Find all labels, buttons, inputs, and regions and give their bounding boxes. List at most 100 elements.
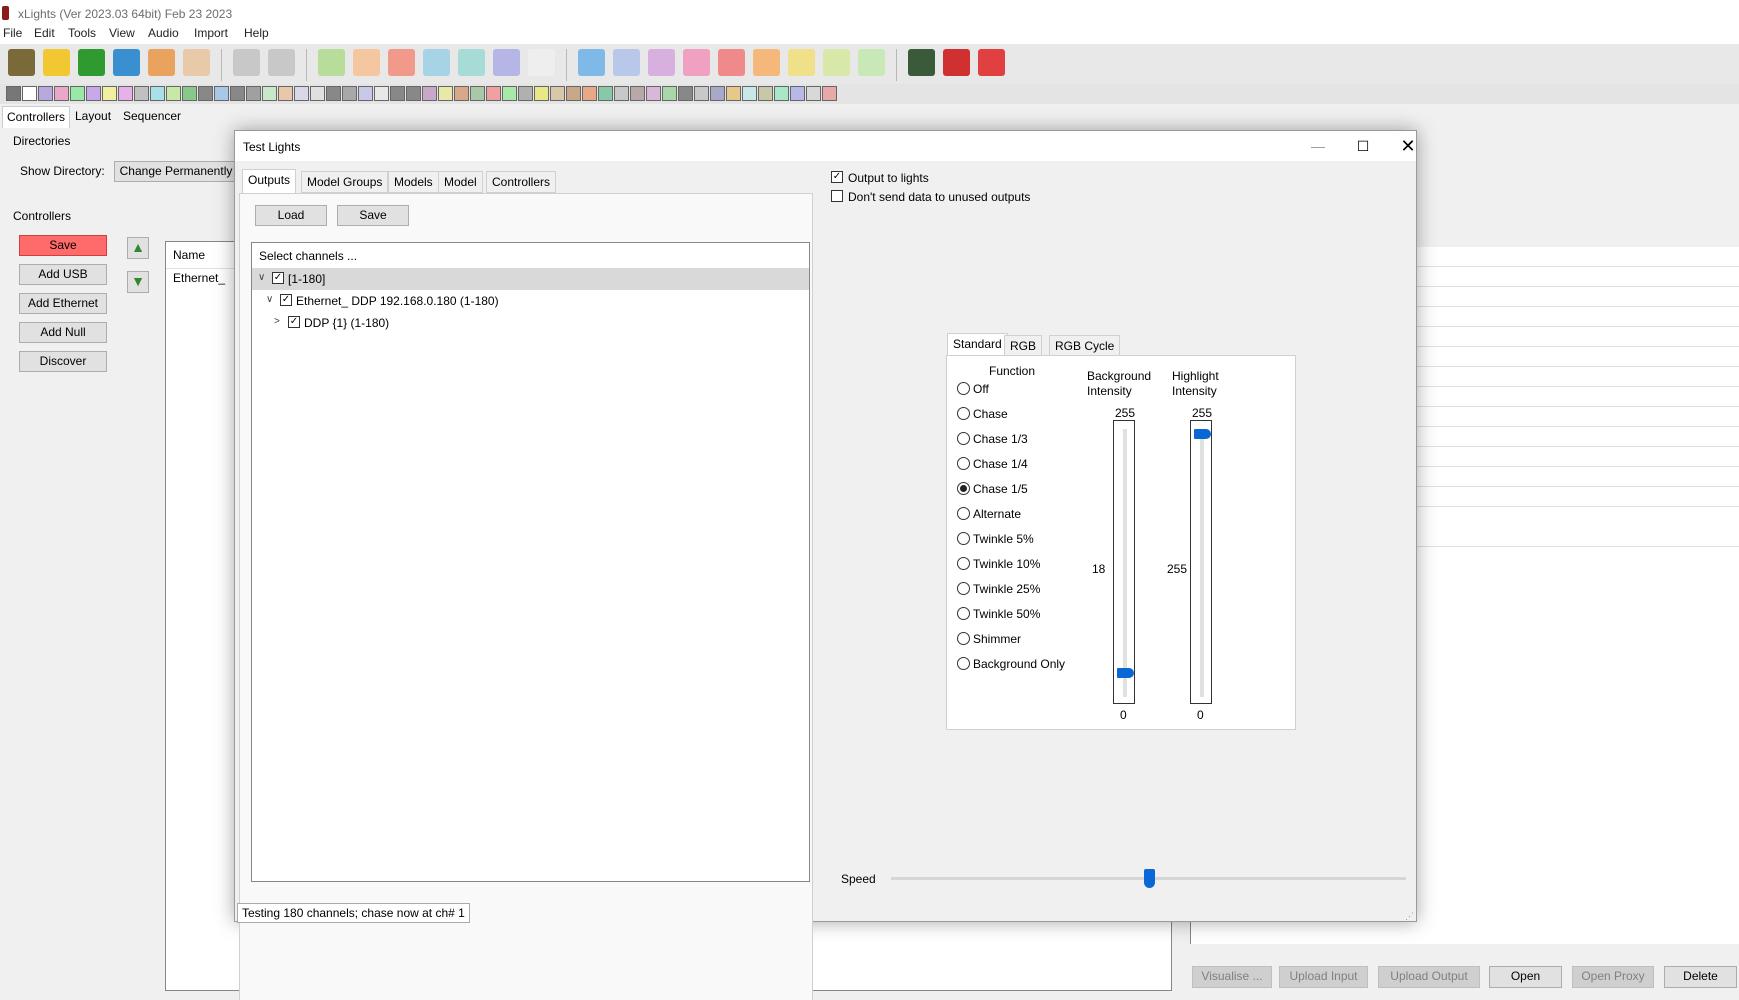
function-radio[interactable] [957, 632, 970, 645]
function-radio[interactable] [957, 482, 970, 495]
effect-icon[interactable] [582, 86, 597, 101]
effect-icon[interactable] [86, 86, 101, 101]
effect-icon[interactable] [646, 86, 661, 101]
menu-edit[interactable]: Edit [34, 26, 55, 40]
last-frame-icon[interactable] [458, 49, 485, 76]
effect-icon[interactable] [422, 86, 437, 101]
render-all-icon[interactable] [183, 49, 210, 76]
effect-icon[interactable] [214, 86, 229, 101]
add-null-button[interactable]: Add Null [19, 322, 107, 343]
function-radio-label[interactable]: Chase [973, 407, 1008, 421]
tab-controllers-dialog[interactable]: Controllers [486, 171, 557, 193]
function-radio[interactable] [957, 582, 970, 595]
effect-icon[interactable] [118, 86, 133, 101]
function-radio[interactable] [957, 407, 970, 420]
effect-icon[interactable] [6, 86, 21, 101]
tab-rgb-cycle[interactable]: RGB Cycle [1049, 335, 1121, 357]
open-button[interactable]: Open [1489, 966, 1562, 988]
preview-icon[interactable] [648, 49, 675, 76]
alert-icon[interactable] [978, 49, 1005, 76]
save-as-icon[interactable] [148, 49, 175, 76]
open-sequence-icon[interactable] [78, 49, 105, 76]
effect-icon[interactable] [742, 86, 757, 101]
tab-controllers[interactable]: Controllers [2, 106, 70, 128]
function-radio-label[interactable]: Twinkle 25% [973, 582, 1040, 596]
tab-sequencer[interactable]: Sequencer [119, 106, 185, 128]
tab-model-groups[interactable]: Model Groups [301, 171, 389, 193]
timer-icon[interactable] [233, 49, 260, 76]
function-radio[interactable] [957, 382, 970, 395]
effect-icon[interactable] [70, 86, 85, 101]
add-ethernet-button[interactable]: Add Ethernet [19, 293, 107, 314]
menu-tools[interactable]: Tools [68, 26, 96, 40]
effect-icon[interactable] [470, 86, 485, 101]
function-radio-label[interactable]: Twinkle 50% [973, 607, 1040, 621]
bg-slider-thumb[interactable] [1117, 668, 1134, 678]
first-frame-icon[interactable] [423, 49, 450, 76]
effect-icon[interactable] [150, 86, 165, 101]
effect-icon[interactable] [662, 86, 677, 101]
tab-standard[interactable]: Standard [947, 333, 1008, 357]
table-row[interactable]: Ethernet_ [173, 271, 225, 285]
effect-icon[interactable] [342, 86, 357, 101]
highlight-intensity-slider[interactable] [1190, 420, 1212, 704]
effect-icon[interactable] [438, 86, 453, 101]
effect-icon[interactable] [406, 86, 421, 101]
tree-row[interactable]: ∨ ✓ Ethernet_ DDP 192.168.0.180 (1-180) [252, 290, 809, 312]
effect-icon[interactable] [806, 86, 821, 101]
background-intensity-slider[interactable] [1113, 420, 1135, 704]
delete-button[interactable]: Delete [1664, 966, 1737, 988]
upload-input-button[interactable]: Upload Input [1279, 966, 1368, 988]
zoom-out-icon[interactable] [943, 49, 970, 76]
discover-button[interactable]: Discover [19, 351, 107, 372]
effect-icon[interactable] [774, 86, 789, 101]
tree-checkbox[interactable]: ✓ [272, 272, 284, 284]
function-radio[interactable] [957, 532, 970, 545]
visualise-button[interactable]: Visualise ... [1192, 966, 1272, 988]
function-radio-label[interactable]: Chase 1/4 [973, 457, 1028, 471]
effect-icon[interactable] [230, 86, 245, 101]
zoom-in-icon[interactable] [908, 49, 935, 76]
effect-icon[interactable] [38, 86, 53, 101]
function-radio-label[interactable]: Alternate [973, 507, 1021, 521]
effect-icon[interactable] [822, 86, 837, 101]
play-icon[interactable] [318, 49, 345, 76]
effect-icon[interactable] [294, 86, 309, 101]
sun-icon[interactable] [823, 49, 850, 76]
triangle-icon[interactable] [718, 49, 745, 76]
house-icon[interactable] [753, 49, 780, 76]
menu-view[interactable]: View [109, 26, 135, 40]
effect-icon[interactable] [710, 86, 725, 101]
effect-icon[interactable] [310, 86, 325, 101]
resize-grip-icon[interactable]: ⋰ [1405, 911, 1414, 922]
effect-icon[interactable] [374, 86, 389, 101]
function-radio-label[interactable]: Twinkle 10% [973, 557, 1040, 571]
effect-icon[interactable] [326, 86, 341, 101]
function-radio-label[interactable]: Off [973, 382, 989, 396]
effect-icon[interactable] [758, 86, 773, 101]
replay-icon[interactable] [493, 49, 520, 76]
effect-icon[interactable] [726, 86, 741, 101]
effect-icon[interactable] [182, 86, 197, 101]
effect-icon[interactable] [262, 86, 277, 101]
pause-icon[interactable] [353, 49, 380, 76]
menu-import[interactable]: Import [194, 26, 228, 40]
tab-model[interactable]: Model [438, 171, 483, 193]
tab-outputs[interactable]: Outputs [242, 169, 297, 193]
new-sequence-icon[interactable] [43, 49, 70, 76]
change-permanently-button[interactable]: Change Permanently [114, 161, 238, 182]
function-radio-label[interactable]: Shimmer [973, 632, 1021, 646]
props-icon[interactable] [788, 49, 815, 76]
save-icon[interactable] [113, 49, 140, 76]
effect-icon[interactable] [790, 86, 805, 101]
effect-icon[interactable] [198, 86, 213, 101]
effect-icon[interactable] [534, 86, 549, 101]
effect-icon[interactable] [358, 86, 373, 101]
effect-icon[interactable] [454, 86, 469, 101]
effect-icon[interactable] [502, 86, 517, 101]
effect-icon[interactable] [614, 86, 629, 101]
dialog-save-button[interactable]: Save [337, 205, 409, 226]
function-radio-label[interactable]: Chase 1/3 [973, 432, 1028, 446]
function-radio-label[interactable]: Twinkle 5% [973, 532, 1034, 546]
save-button[interactable]: Save [19, 235, 107, 256]
